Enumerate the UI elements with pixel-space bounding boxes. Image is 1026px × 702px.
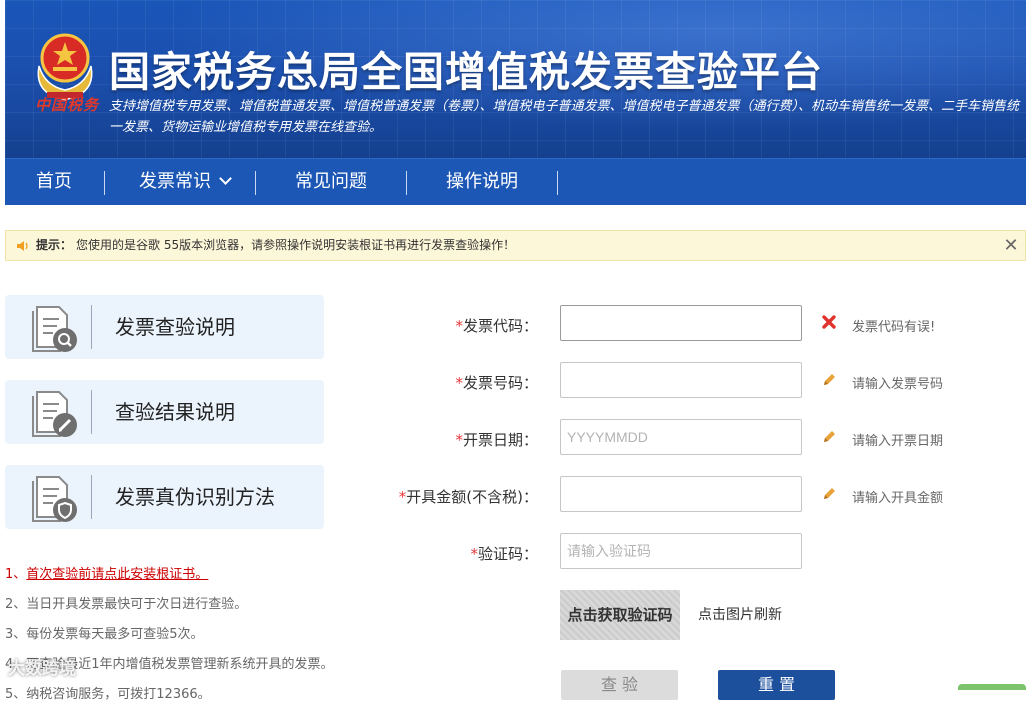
tax-emblem-icon	[37, 33, 93, 101]
invoice-code-input[interactable]	[560, 305, 802, 341]
query-button[interactable]: 查 验	[561, 670, 678, 700]
note-item: 5、纳税咨询服务，可拨打12366。	[5, 687, 211, 702]
nav-item-label: 操作说明	[446, 171, 518, 192]
emblem-caption: 中国税务	[35, 96, 100, 114]
nav-item-faq[interactable]: 常见问题	[295, 159, 367, 205]
field-label-text: 开具金额(不含税)：	[406, 488, 538, 506]
watermark-text: 大数跨境	[8, 659, 76, 679]
pencil-icon	[824, 374, 835, 385]
required-mark: *	[455, 374, 463, 392]
issue-date-input[interactable]	[560, 419, 802, 455]
invoice-number-input[interactable]	[560, 362, 802, 398]
page-subtitle: 支持增值税专用发票、增值税普通发票、增值税普通发票（卷票）、增值税电子普通发票、…	[109, 99, 1020, 135]
nav-item-label: 首页	[36, 171, 72, 192]
browser-notice-bar: 提示： 您使用的是谷歌 55版本浏览器，请参照操作说明安装根证书再进行发票查验操…	[5, 230, 1026, 261]
issue-date-hint: 请输入开票日期	[852, 434, 944, 449]
field-label-text: 发票号码：	[462, 374, 538, 392]
invoice-code-error-text: 发票代码有误!	[852, 320, 936, 335]
field-label-amount: *开具金额(不含税)：	[388, 486, 538, 507]
nav-divider	[104, 171, 105, 195]
page-title: 国家税务总局全国增值税发票查验平台	[109, 48, 823, 96]
card-result-guide[interactable]: 查验结果说明	[5, 380, 324, 444]
chevron-down-icon	[219, 172, 232, 185]
document-shield-icon	[32, 476, 77, 522]
card-divider	[91, 305, 92, 349]
speaker-icon	[17, 241, 28, 251]
note-number: 1、	[5, 567, 27, 582]
field-label-text: 开票日期：	[462, 431, 538, 449]
amount-input[interactable]	[560, 476, 802, 512]
required-mark: *	[455, 431, 463, 449]
field-label-text: 发票代码：	[462, 317, 538, 335]
field-label-text: 验证码：	[477, 545, 538, 563]
card-divider	[91, 475, 92, 519]
reset-button[interactable]: 重 置	[718, 670, 835, 700]
notice-label: 提示：	[36, 238, 73, 252]
required-mark: *	[455, 317, 463, 335]
captcha-input[interactable]	[560, 533, 802, 569]
pencil-icon	[824, 431, 835, 442]
captcha-refresh-hint: 点击图片刷新	[698, 607, 782, 623]
notice-text: 您使用的是谷歌 55版本浏览器，请参照操作说明安装根证书再进行发票查验操作！	[76, 238, 516, 252]
captcha-image[interactable]: 点击获取验证码	[560, 590, 680, 640]
pencil-icon	[824, 488, 835, 499]
required-mark: *	[470, 545, 478, 563]
nav-item-label: 常见问题	[295, 171, 367, 192]
card-authenticity-methods[interactable]: 发票真伪识别方法	[5, 465, 324, 529]
nav-divider	[255, 171, 256, 195]
nav-item-instructions[interactable]: 操作说明	[446, 159, 518, 205]
amount-hint: 请输入开具金额	[852, 491, 944, 506]
card-divider	[91, 390, 92, 434]
main-nav: 首页 发票常识 常见问题 操作说明	[5, 158, 1026, 205]
card-label: 发票查验说明	[115, 315, 235, 339]
nav-divider	[406, 171, 407, 195]
note-item: 3、每份发票每天最多可查验5次。	[5, 627, 204, 642]
nav-item-label: 发票常识	[139, 171, 211, 192]
nav-item-invoice-knowledge[interactable]: 发票常识	[139, 159, 232, 205]
field-label-issue-date: *开票日期：	[388, 429, 538, 450]
card-label: 发票真伪识别方法	[115, 485, 275, 509]
floating-button[interactable]	[958, 684, 1026, 690]
invoice-number-hint: 请输入发票号码	[852, 377, 944, 392]
nav-item-home[interactable]: 首页	[36, 159, 72, 205]
field-label-invoice-number: *发票号码：	[388, 372, 538, 393]
document-search-icon	[32, 306, 77, 352]
card-label: 查验结果说明	[115, 400, 235, 424]
note-item: 2、当日开具发票最快可于次日进行查验。	[5, 597, 248, 612]
nav-divider	[557, 171, 558, 195]
header-banner: 中国税务 国家税务总局全国增值税发票查验平台 支持增值税专用发票、增值税普通发票…	[5, 0, 1026, 158]
note-install-cert: 1、首次查验前请点此安装根证书。	[5, 563, 208, 582]
document-edit-icon	[32, 391, 77, 437]
card-invoice-check-guide[interactable]: 发票查验说明	[5, 295, 324, 359]
install-cert-link[interactable]: 首次查验前请点此安装根证书。	[26, 567, 208, 582]
field-label-invoice-code: *发票代码：	[388, 315, 538, 336]
error-x-icon	[822, 315, 836, 329]
close-icon[interactable]: ✕	[1001, 231, 1021, 260]
field-label-captcha: *验证码：	[388, 543, 538, 564]
